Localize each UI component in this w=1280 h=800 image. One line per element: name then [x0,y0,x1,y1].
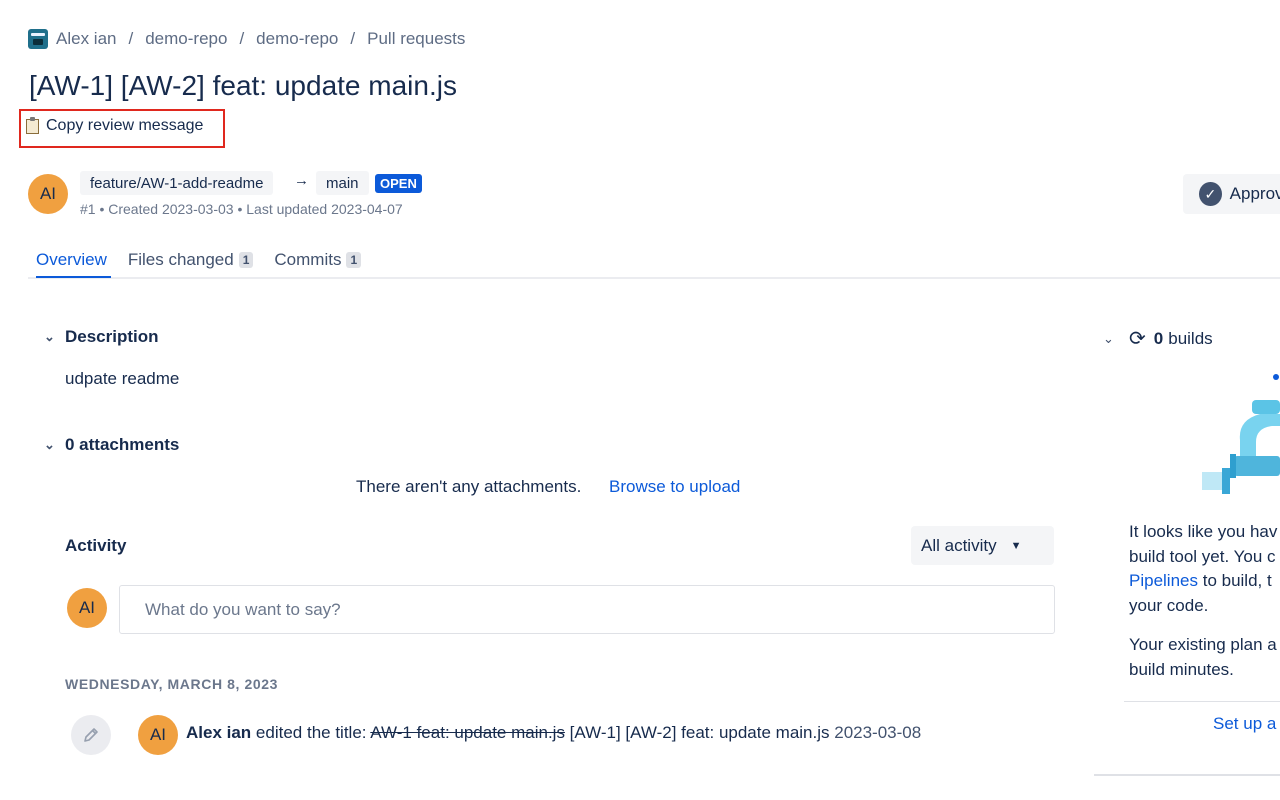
pr-meta: #1 • Created 2023-03-03 • Last updated 2… [80,201,403,217]
repo-logo-icon[interactable] [28,29,48,49]
breadcrumb-workspace[interactable]: Alex ian [56,29,116,49]
chevron-down-icon: ▼ [1010,539,1022,552]
breadcrumb: Alex ian / demo-repo / demo-repo / Pull … [28,27,465,51]
activity-filter-value: All activity [921,535,997,555]
event-author[interactable]: Alex ian [186,723,251,742]
activity-filter-select[interactable]: All activity ▼ [911,526,1054,565]
description-toggle[interactable]: ⌄ Description [44,327,159,347]
chevron-down-icon: ⌄ [44,329,55,344]
activity-date-header: WEDNESDAY, MARCH 8, 2023 [65,676,279,692]
browse-to-upload-link[interactable]: Browse to upload [609,477,740,497]
attachments-heading: 0 attachments [65,435,180,454]
copy-review-message-label: Copy review message [46,117,204,134]
attachments-toggle[interactable]: ⌄ 0 attachments [44,435,179,455]
pipelines-link[interactable]: Pipelines [1129,571,1198,590]
tab-overview[interactable]: Overview [36,248,107,272]
builds-toggle[interactable]: ⌄ ⟳ 0 builds [1103,326,1213,351]
sidebar-bottom-divider [1094,774,1280,776]
breadcrumb-separator: / [128,29,134,48]
arrow-right-icon: → [294,172,309,189]
plan-text-2: build minutes. [1129,659,1234,679]
count-badge: 1 [238,252,254,268]
event-date[interactable]: 2023-03-08 [834,723,921,742]
tab-label: Overview [36,250,107,269]
activity-heading: Activity [65,536,127,555]
sidebar-divider [1124,701,1280,702]
attachments-empty-message: There aren't any attachments. [356,477,582,496]
tab-label: Commits [274,250,342,269]
builds-text-1: It looks like you hav [1129,522,1278,541]
breadcrumb-separator: / [239,29,245,48]
pencil-icon [71,715,111,755]
builds-text-3: to build, t [1198,571,1272,590]
builds-count: 0 [1153,328,1164,348]
builds-text-4: your code. [1129,595,1209,615]
breadcrumb-repo[interactable]: demo-repo [256,29,338,49]
pipeline-illustration [1202,374,1280,494]
description-heading: Description [65,327,159,346]
activity-event: Alex ian edited the title: AW-1 feat: up… [186,723,921,743]
avatar[interactable]: AI [138,715,178,755]
tabs-divider [28,277,1280,279]
builds-text-2: build tool yet. You c [1129,546,1276,566]
new-title: [AW-1] [AW-2] feat: update main.js [564,723,835,742]
event-action: edited the title: [251,723,371,742]
builds-info: It looks like you hav build tool yet. Yo… [1129,520,1280,697]
description-text: udpate readme [65,369,180,388]
source-branch[interactable]: feature/AW-1-add-readme [80,171,274,195]
page-title: [AW-1] [AW-2] feat: update main.js [29,70,457,101]
tab-commits[interactable]: Commits 1 [274,248,362,272]
count-badge: 1 [346,252,362,268]
approve-label: Approve [1229,184,1280,203]
copy-review-message-button[interactable]: Copy review message [26,116,204,135]
avatar[interactable]: AI [67,588,107,628]
tab-bar: Overview Files changed 1 Commits 1 [36,248,382,272]
refresh-icon: ⟳ [1129,328,1146,350]
status-badge: OPEN [375,174,422,193]
target-branch[interactable]: main [316,171,369,195]
clipboard-icon [26,116,39,134]
builds-label: builds [1168,328,1213,348]
plan-text-1: Your existing plan a [1129,635,1277,654]
old-title: AW-1 feat: update main.js [370,723,565,742]
breadcrumb-project[interactable]: demo-repo [145,29,227,49]
breadcrumb-separator: / [350,29,356,48]
avatar[interactable]: AI [28,174,68,214]
comment-input[interactable] [119,585,1055,634]
chevron-down-icon: ⌄ [44,437,55,452]
approve-button[interactable]: ✓ Approve [1183,174,1280,214]
tab-files-changed[interactable]: Files changed 1 [128,248,254,272]
tab-label: Files changed [127,250,234,269]
chevron-down-icon: ⌄ [1103,330,1114,346]
breadcrumb-pull-requests[interactable]: Pull requests [367,29,465,49]
active-tab-indicator [36,276,111,278]
set-up-link[interactable]: Set up a [1213,714,1276,734]
check-circle-icon: ✓ [1199,182,1222,206]
